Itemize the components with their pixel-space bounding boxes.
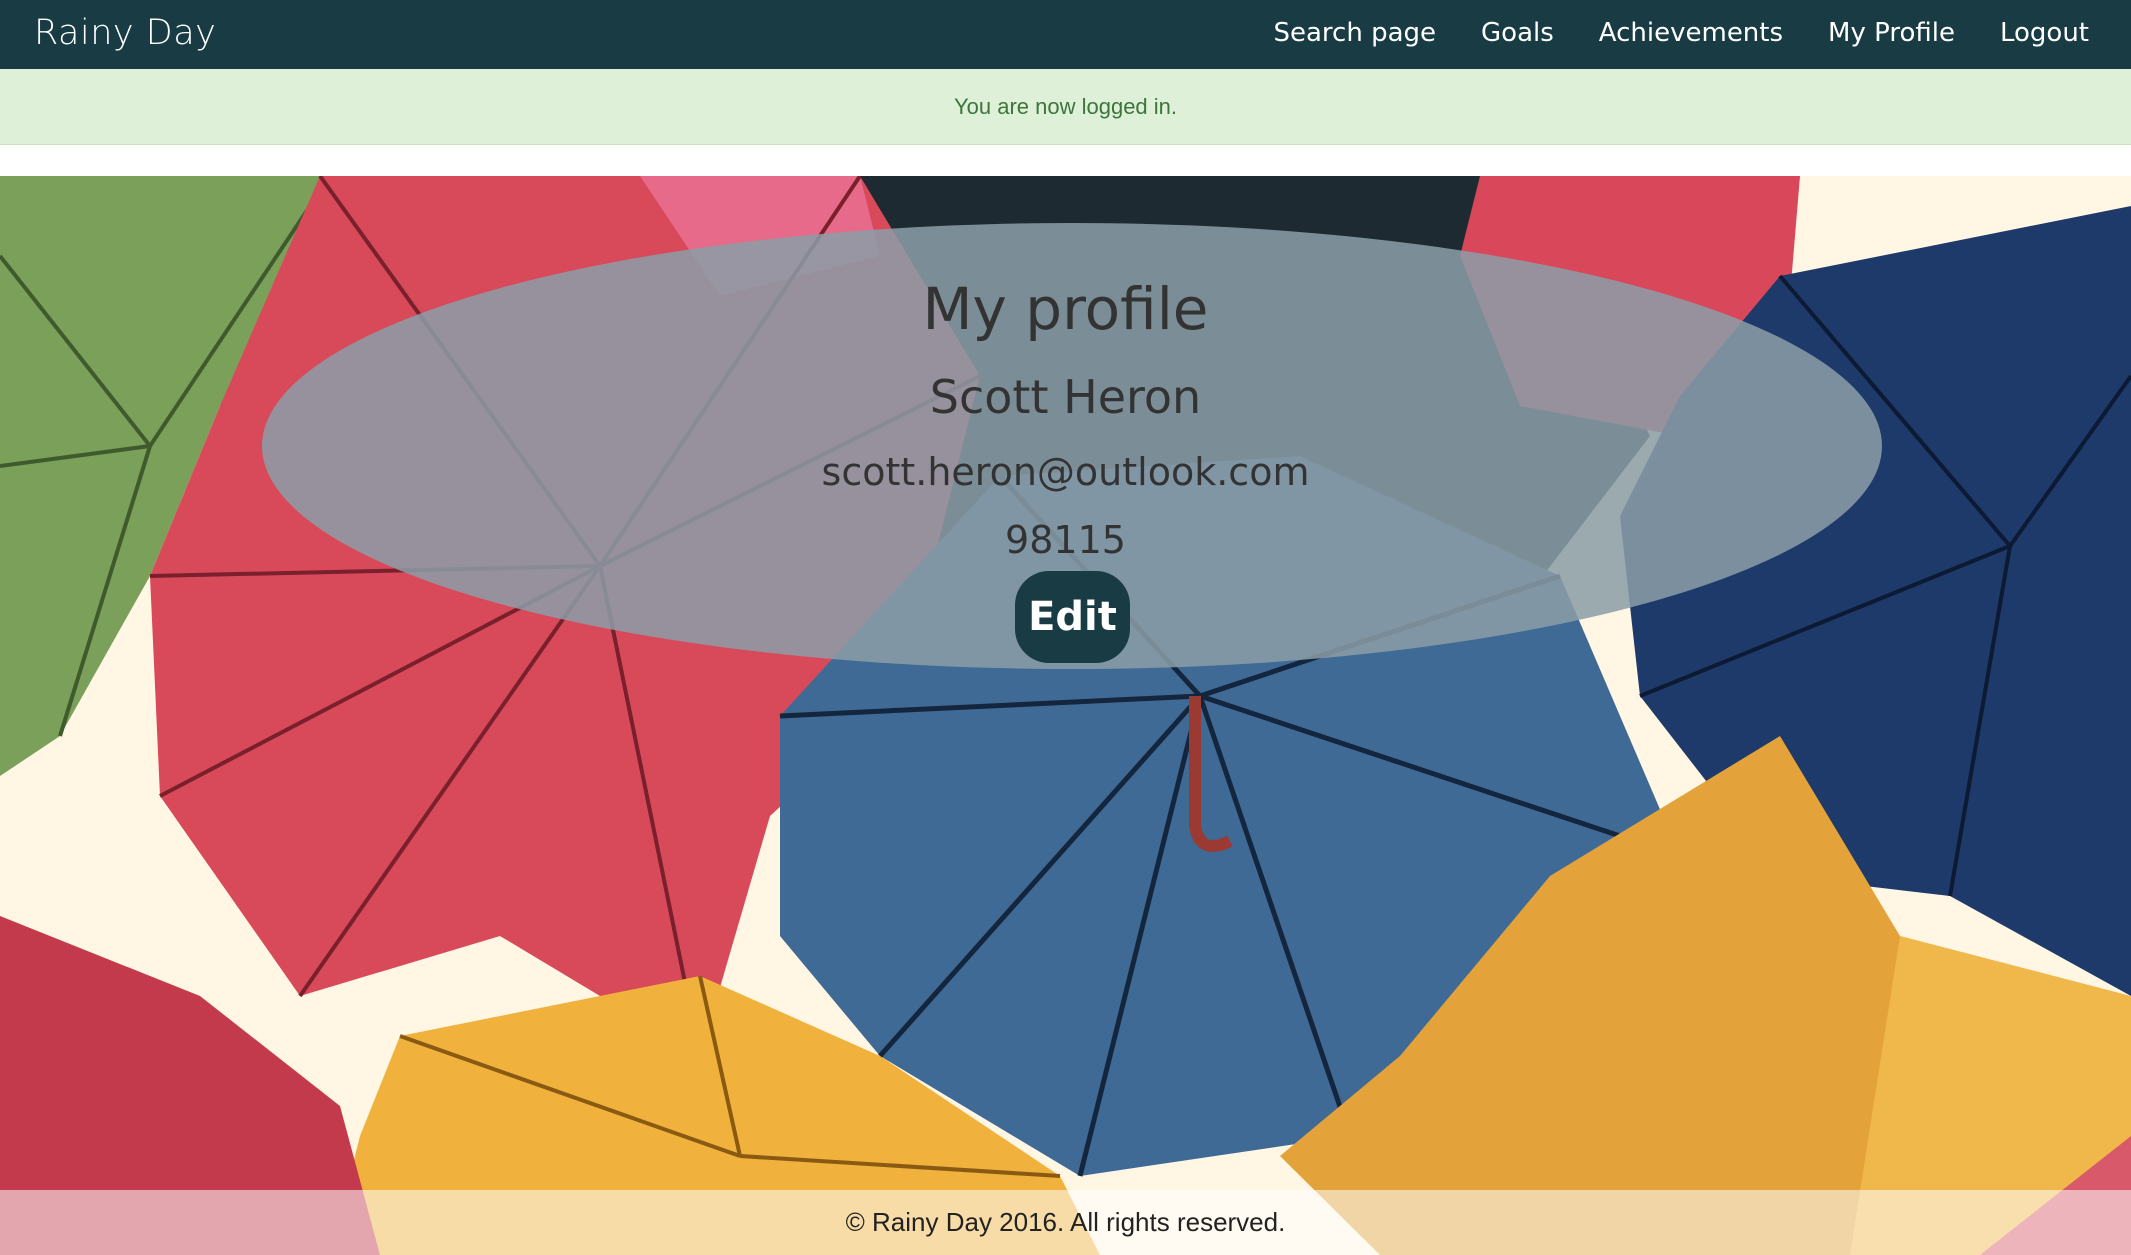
nav-link-goals[interactable]: Goals — [1481, 18, 1554, 48]
nav-links: Search page Goals Achievements My Profil… — [1273, 0, 2089, 66]
alert-message: You are now logged in. — [953, 93, 1178, 119]
profile-name: Scott Heron — [929, 370, 1202, 424]
nav-link-my-profile[interactable]: My Profile — [1828, 18, 1955, 48]
page-title: My profile — [922, 275, 1209, 343]
profile-email: scott.heron@outlook.com — [821, 450, 1310, 494]
top-navbar: Rainy Day Search page Goals Achievements… — [0, 0, 2131, 69]
page-footer: © Rainy Day 2016. All rights reserved. — [0, 1190, 2131, 1255]
nav-link-logout[interactable]: Logout — [2000, 18, 2089, 48]
login-success-alert: You are now logged in. — [0, 69, 2131, 145]
nav-link-achievements[interactable]: Achievements — [1599, 18, 1783, 48]
edit-profile-button[interactable]: Edit — [1015, 571, 1130, 663]
footer-copyright: © Rainy Day 2016. All rights reserved. — [845, 1207, 1286, 1237]
brand-logo-link[interactable]: Rainy Day — [34, 0, 216, 66]
profile-zip-code: 98115 — [1005, 518, 1126, 562]
nav-link-search-page[interactable]: Search page — [1273, 18, 1436, 48]
